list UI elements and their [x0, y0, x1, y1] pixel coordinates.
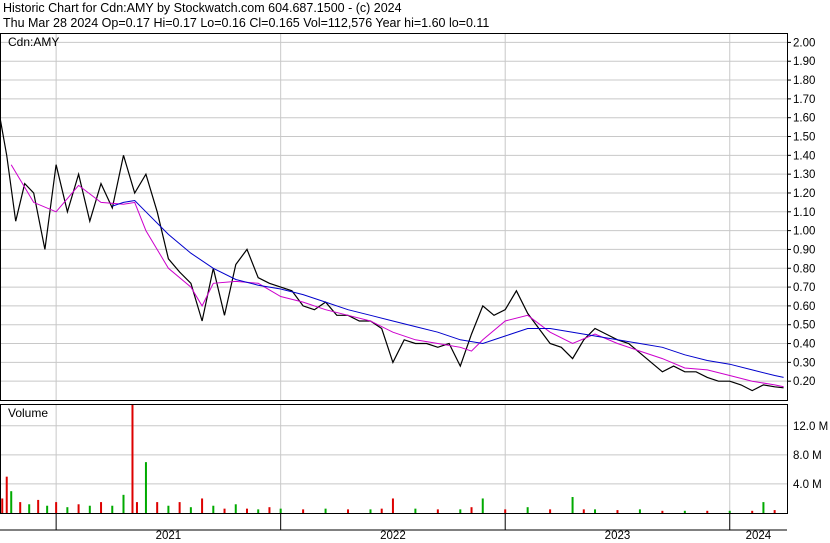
price-tick-label: 0.70 — [793, 282, 815, 294]
volume-bar — [234, 504, 237, 513]
price-tick-label: 0.50 — [793, 320, 815, 332]
volume-bar — [470, 507, 473, 513]
price-tick-label: 1.90 — [793, 56, 815, 68]
x-tick-label: 2022 — [380, 530, 406, 542]
volume-bar — [257, 509, 260, 513]
volume-panel-label: Volume — [8, 406, 48, 420]
volume-bar — [616, 510, 619, 513]
volume-bar — [131, 404, 134, 513]
grid — [0, 33, 787, 513]
volume-bar — [55, 502, 58, 513]
volume-bar — [582, 509, 585, 513]
volume-bar — [571, 497, 574, 513]
volume-bar — [279, 508, 282, 513]
volume-bar — [324, 508, 327, 513]
volume-bar — [201, 498, 204, 513]
volume-bar — [77, 504, 80, 513]
volume-bar — [302, 509, 305, 513]
volume-bar — [189, 507, 192, 513]
volume-bar — [661, 510, 664, 513]
volume-bar — [728, 510, 731, 513]
stock-chart: 2.00 1.90 1.80 1.70 1.60 1.50 1.40 1.30 1.20 1.10… — [0, 33, 828, 542]
volume-tick-label: 4.0 M — [793, 479, 822, 491]
volume-bar — [347, 509, 350, 513]
volume-bar — [100, 502, 103, 513]
price-tick-label: 0.60 — [793, 301, 815, 313]
price-tick-label: 1.00 — [793, 226, 815, 238]
volume-bar — [762, 502, 765, 513]
volume-bar — [414, 508, 417, 513]
volume-bar — [459, 509, 462, 513]
volume-bar — [111, 505, 114, 513]
price-tick-label: 1.20 — [793, 188, 815, 200]
price-tick-label: 1.80 — [793, 75, 815, 87]
price-panel — [0, 117, 784, 392]
volume-tick-label: 12.0 M — [793, 421, 828, 433]
volume-bar — [88, 505, 91, 513]
volume-bar — [526, 507, 529, 513]
volume-bar — [245, 508, 248, 513]
price-tick-label: 0.40 — [793, 339, 815, 351]
x-tick-label: 2023 — [605, 530, 631, 542]
moving-average-long-line — [112, 199, 784, 378]
price-tick-label: 0.80 — [793, 263, 815, 275]
volume-bar — [167, 505, 170, 513]
volume-frame — [0, 404, 788, 514]
volume-bar — [178, 502, 181, 513]
price-tick-label: 1.50 — [793, 132, 815, 144]
volume-bar — [135, 502, 138, 513]
volume-bar — [122, 494, 125, 513]
volume-bar — [436, 509, 439, 513]
price-panel-label: Cdn:AMY — [8, 35, 59, 49]
volume-bar — [144, 462, 147, 513]
price-tick-label: 1.60 — [793, 113, 815, 125]
volume-bar — [212, 505, 215, 513]
volume-bar — [638, 509, 641, 513]
volume-bar — [594, 509, 597, 513]
volume-bar — [5, 476, 8, 513]
volume-bar — [223, 508, 226, 513]
volume-bar — [706, 510, 709, 513]
chart-frame — [0, 33, 791, 531]
price-tick-label: 1.70 — [793, 94, 815, 106]
x-tick-label: 2024 — [746, 530, 772, 542]
volume-bar — [369, 509, 372, 513]
volume-bar — [549, 509, 552, 513]
volume-bar — [37, 499, 40, 513]
volume-bar — [773, 510, 776, 513]
volume-bar — [1, 498, 4, 513]
volume-bar — [391, 498, 394, 513]
price-frame — [0, 33, 788, 401]
volume-bar — [28, 504, 31, 513]
volume-bar — [481, 498, 484, 513]
volume-bar — [10, 491, 13, 513]
price-tick-label: 1.30 — [793, 169, 815, 181]
volume-tick-label: 8.0 M — [793, 450, 822, 462]
volume-bar — [19, 502, 22, 513]
price-tick-label: 0.90 — [793, 244, 815, 256]
volume-bar — [46, 505, 49, 513]
price-tick-label: 1.10 — [793, 207, 815, 219]
price-tick-label: 0.30 — [793, 357, 815, 369]
price-tick-label: 2.00 — [793, 37, 815, 49]
price-tick-label: 1.40 — [793, 150, 815, 162]
close-line — [0, 117, 784, 392]
axis-labels: 2.00 1.90 1.80 1.70 1.60 1.50 1.40 1.30 1.20 1.10… — [8, 35, 828, 542]
volume-bar — [751, 510, 754, 513]
volume-bar — [380, 508, 383, 513]
volume-bar — [268, 507, 271, 513]
x-tick-label: 2021 — [156, 530, 182, 542]
volume-bar — [683, 510, 686, 513]
volume-bar — [504, 509, 507, 513]
volume-bar — [66, 507, 69, 513]
volume-panel — [1, 404, 776, 513]
price-tick-label: 0.20 — [793, 376, 815, 388]
volume-bar — [156, 502, 159, 513]
